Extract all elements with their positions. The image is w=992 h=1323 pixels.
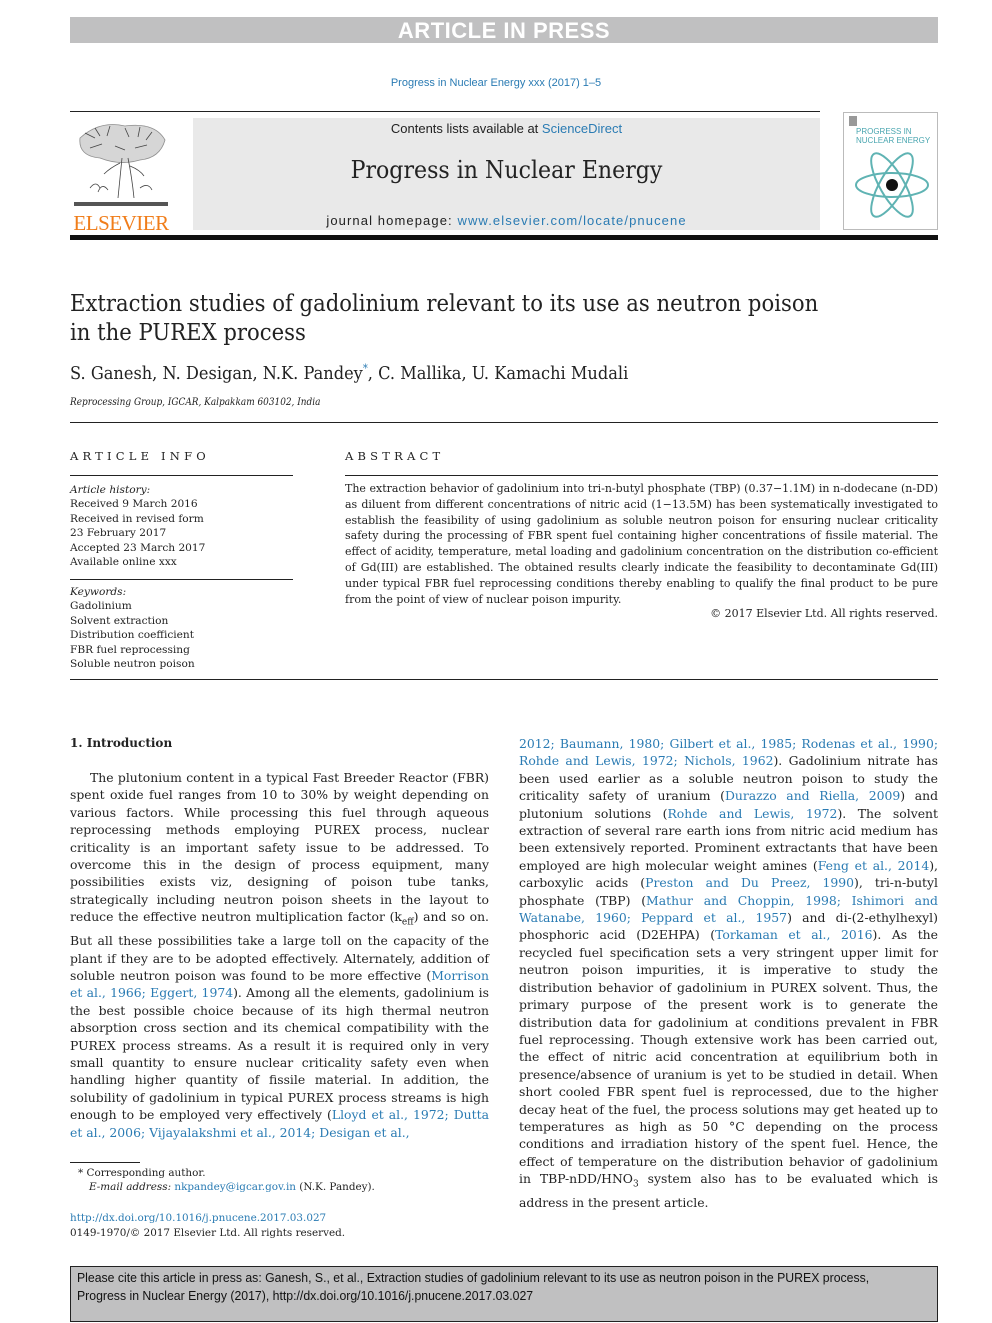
issn-copyright: 0149-1970/© 2017 Elsevier Ltd. All right… (70, 1226, 346, 1239)
abstract-copyright: © 2017 Elsevier Ltd. All rights reserved… (710, 607, 938, 620)
cover-publisher-icon (849, 116, 857, 126)
keyword: Soluble neutron poison (70, 658, 195, 671)
doi-link[interactable]: http://dx.doi.org/10.1016/j.pnucene.2017… (70, 1212, 326, 1224)
sciencedirect-link[interactable]: ScienceDirect (542, 121, 622, 136)
paragraph: 2012; Baumann, 1980; Gilbert et al., 198… (519, 735, 938, 1211)
journal-header-box: Contents lists available at ScienceDirec… (193, 118, 820, 230)
divider (70, 679, 938, 680)
citation-link[interactable]: Feng et al., 2014 (818, 858, 929, 873)
text: ). As the recycled fuel specification se… (519, 927, 938, 1187)
article-title: Extraction studies of gadolinium relevan… (70, 290, 852, 348)
cover-title-line1: PROGRESS IN (856, 127, 912, 136)
email-suffix: (N.K. Pandey). (295, 1181, 375, 1194)
email-label: E-mail address: (89, 1181, 172, 1194)
history-item: 23 February 2017 (70, 527, 167, 540)
elsevier-logo[interactable]: ELSEVIER (70, 118, 172, 235)
article-in-press-banner: ARTICLE IN PRESS (70, 17, 938, 43)
header-thick-rule (70, 235, 938, 240)
citation-line2: Progress in Nuclear Energy (2017), http:… (77, 1288, 534, 1303)
homepage-line: journal homepage: www.elsevier.com/locat… (193, 213, 820, 228)
abstract-text: The extraction behavior of gadolinium in… (345, 482, 938, 606)
doi-block: http://dx.doi.org/10.1016/j.pnucene.2017… (70, 1211, 345, 1240)
atom-icon (855, 152, 929, 218)
citation-link[interactable]: Torkaman et al., 2016 (715, 927, 872, 942)
article-title-line1: Extraction studies of gadolinium relevan… (70, 291, 819, 317)
cover-title-line2: NUCLEAR ENERGY (856, 136, 931, 145)
abstract-heading: ABSTRACT (345, 449, 445, 463)
authors-part2: , C. Mallika, U. Kamachi Mudali (367, 363, 629, 384)
body-column-left: The plutonium content in a typical Fast … (70, 769, 489, 1141)
elsevier-wordmark: ELSEVIER (73, 211, 169, 235)
keywords: Keywords: Gadolinium Solvent extraction … (70, 585, 195, 671)
citation-link[interactable]: Preston and Du Preez, 1990 (645, 875, 854, 890)
text: The plutonium content in a typical Fast … (70, 770, 489, 925)
article-history: Article history: Received 9 March 2016 R… (70, 483, 205, 569)
journal-cover-thumbnail[interactable]: PROGRESS IN NUCLEAR ENERGY (843, 112, 938, 230)
affiliation: Reprocessing Group, IGCAR, Kalpakkam 603… (70, 396, 321, 408)
contents-line: Contents lists available at ScienceDirec… (193, 121, 820, 136)
article-title-line2: in the PUREX process (70, 320, 306, 346)
subscript: eff (401, 917, 414, 928)
footnote: * Corresponding author. E-mail address: … (78, 1166, 375, 1195)
text: ). Among all the elements, gadolinium is… (70, 985, 489, 1123)
paragraph: The plutonium content in a typical Fast … (70, 769, 489, 1141)
email-link[interactable]: nkpandey@igcar.gov.in (174, 1181, 296, 1193)
author-list: S. Ganesh, N. Desigan, N.K. Pandey*, C. … (70, 362, 628, 384)
footnote-rule (70, 1162, 140, 1163)
keywords-label: Keywords: (70, 586, 127, 598)
keyword: FBR fuel reprocessing (70, 643, 190, 656)
citation-link[interactable]: Rohde and Lewis, 1972 (667, 806, 837, 821)
header-rule (70, 111, 820, 112)
divider (70, 422, 938, 423)
citation-line1: Please cite this article in press as: Ga… (77, 1270, 870, 1285)
contents-prefix: Contents lists available at (390, 121, 542, 136)
history-item: Accepted 23 March 2017 (70, 541, 206, 554)
authors-part1: S. Ganesh, N. Desigan, N.K. Pandey (70, 363, 363, 384)
journal-reference-link[interactable]: Progress in Nuclear Energy xxx (2017) 1–… (0, 77, 992, 89)
history-item: Received 9 March 2016 (70, 498, 198, 511)
citation-notice-box: Please cite this article in press as: Ga… (70, 1266, 938, 1322)
body-column-right: 2012; Baumann, 1980; Gilbert et al., 198… (519, 735, 938, 1211)
history-item: Received in revised form (70, 512, 204, 525)
history-item: Available online xxx (70, 556, 177, 569)
keyword: Gadolinium (70, 600, 132, 613)
keyword: Solvent extraction (70, 614, 169, 627)
history-label: Article history: (70, 484, 151, 496)
homepage-prefix: journal homepage: (326, 213, 458, 228)
citation-link[interactable]: Durazzo and Riella, 2009 (725, 788, 900, 803)
corresponding-author-note: Corresponding author. (86, 1167, 206, 1179)
article-info-heading: ARTICLE INFO (70, 449, 210, 463)
journal-homepage-link[interactable]: www.elsevier.com/locate/pnucene (457, 213, 686, 228)
journal-title: Progress in Nuclear Energy (350, 156, 663, 184)
elsevier-tree-icon (74, 124, 168, 206)
divider (70, 475, 293, 476)
section-heading-introduction: 1. Introduction (70, 736, 173, 750)
cover-title: PROGRESS IN NUCLEAR ENERGY (856, 127, 930, 145)
footnote-mark: * (78, 1167, 84, 1179)
keyword: Distribution coefficient (70, 629, 195, 642)
divider (345, 475, 938, 476)
divider (70, 579, 293, 580)
